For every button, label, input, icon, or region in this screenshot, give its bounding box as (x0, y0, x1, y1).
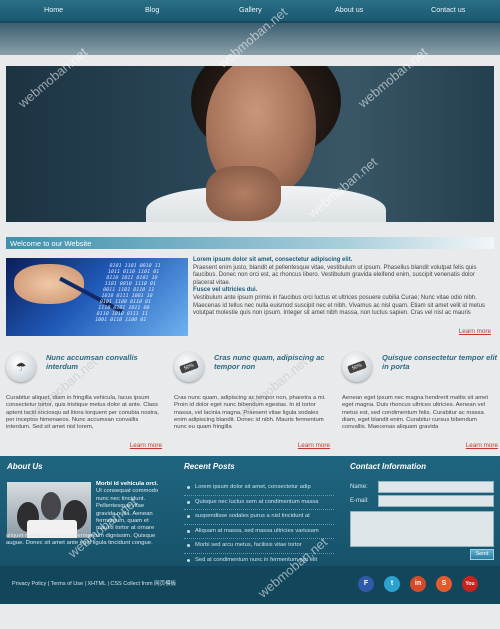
recent-post-link[interactable]: Aliquam at massa, sed massa ultricies va… (184, 525, 334, 539)
feature-learn-more-link[interactable]: Learn more (298, 442, 330, 449)
nav-blog[interactable]: Blog (145, 5, 159, 14)
recent-post-link[interactable]: Quisque nec luctus sem at condimentum ma… (184, 496, 334, 510)
bottom-bar: Privacy Policy | Terms of Use | XHTML | … (0, 566, 500, 604)
welcome-title-bar: Welcome to our Website (6, 237, 494, 249)
about-heading: Morbi id vehicula orci. (96, 481, 159, 487)
stumbleupon-icon[interactable]: S (436, 576, 452, 592)
welcome-paragraph-2: Vestibulum ante ipsum primis in faucibus… (193, 294, 486, 317)
recent-post-link[interactable]: Morbi sed arcu metus, facilisis vitae to… (184, 539, 334, 554)
nav-contact-us[interactable]: Contact us (431, 5, 465, 14)
recent-posts-title: Recent Posts (184, 462, 235, 471)
about-us-title: About Us (7, 462, 43, 471)
twitter-icon[interactable]: t (384, 576, 400, 592)
nav-gallery[interactable]: Gallery (239, 5, 262, 14)
footer-links[interactable]: Privacy Policy | Terms of Use | XHTML | … (12, 579, 176, 587)
name-label: Name: (350, 484, 368, 490)
feature-title: Cras nunc quam, adipiscing ac tempor non (214, 353, 325, 371)
recent-post-link[interactable]: Lorem ipsum dolor sit amet, consectetur … (184, 481, 334, 496)
message-textarea[interactable] (350, 511, 494, 547)
welcome-image: 0101 1101 0010 11 1011 0110 1101 01 0110… (6, 258, 188, 336)
welcome-paragraph-1: Praesent enim justo, blandit et pellente… (193, 264, 477, 286)
email-label: E-mail: (350, 498, 369, 504)
feature-body: Curabitur aliquet, diam in fringilla veh… (6, 395, 159, 431)
recent-posts-list: Lorem ipsum dolor sit amet, consectetur … (184, 481, 334, 568)
umbrella-icon: ☂ (6, 352, 36, 382)
feature-title: Nunc accumsan convallis interdum (46, 353, 138, 371)
footer-panel: About Us Morbi id vehicula orci. Ut cons… (0, 456, 500, 568)
send-button[interactable]: Send (470, 549, 494, 560)
header-band (0, 23, 500, 55)
top-navigation: Home Blog Gallery About us Contact us (0, 0, 500, 23)
name-input[interactable] (378, 481, 494, 493)
tag-icon: 50% (174, 352, 204, 382)
email-input[interactable] (378, 495, 494, 507)
tag-icon: 50% (342, 352, 372, 382)
nav-about-us[interactable]: About us (335, 5, 363, 14)
about-us-text: Morbi id vehicula orci. Ut consequat com… (6, 481, 166, 548)
welcome-heading-1: Lorem ipsum dolor sit amet, consectetur … (193, 257, 353, 263)
contact-title: Contact Information (350, 462, 426, 471)
linkedin-icon[interactable]: in (410, 576, 426, 592)
feature-body: Cras nunc quam, adipiscing ac tempor non… (174, 395, 326, 431)
nav-home[interactable]: Home (44, 5, 63, 14)
welcome-heading-2: Fusce vel ultricies dui. (193, 287, 258, 294)
feature-title: Quisque consectetur tempor elit in porta (382, 353, 498, 371)
hero-image (6, 66, 494, 222)
facebook-icon[interactable]: F (358, 576, 374, 592)
recent-post-link[interactable]: suspendisse sodales purus a nisl tincidu… (184, 510, 334, 525)
binary-pattern: 0101 1101 0010 11 1011 0110 1101 01 0110… (94, 263, 162, 323)
feature-learn-more-link[interactable]: Learn more (130, 442, 162, 449)
welcome-text: Lorem ipsum dolor sit amet, consectetur … (193, 257, 493, 318)
feature-learn-more-link[interactable]: Learn more (466, 442, 498, 449)
feature-body: Aenean eget ipsum nec magna hendrerit ma… (342, 395, 489, 431)
youtube-icon[interactable]: You (462, 576, 478, 592)
welcome-learn-more-link[interactable]: Learn more (459, 328, 491, 335)
welcome-title: Welcome to our Website (10, 239, 92, 248)
